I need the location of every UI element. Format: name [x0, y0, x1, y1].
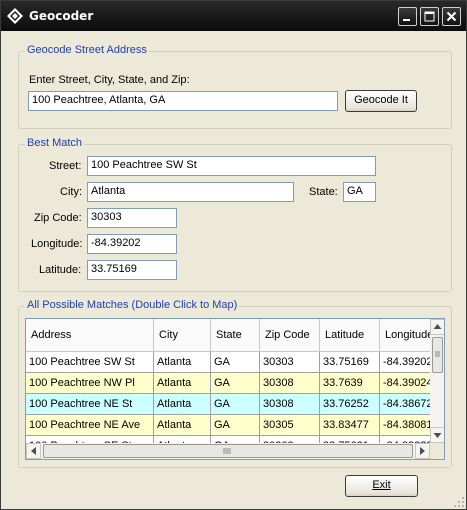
cell-city: Atlanta	[154, 373, 211, 394]
cell-city: Atlanta	[154, 415, 211, 436]
cell-zip: 30308	[260, 394, 320, 415]
close-button[interactable]	[442, 7, 461, 26]
cell-state: GA	[211, 415, 260, 436]
matches-group-title: All Possible Matches (Double Click to Ma…	[25, 299, 240, 311]
vertical-scrollbar[interactable]	[430, 319, 444, 443]
matches-grid[interactable]: Address City State Zip Code Latitude Lon…	[25, 318, 445, 460]
table-row[interactable]: 100 Peachtree NE Ave Atlanta GA 30305 33…	[26, 415, 440, 436]
cell-address: 100 Peachtree NE Ave	[26, 415, 154, 436]
horizontal-scroll-thumb[interactable]	[43, 444, 413, 458]
street-label: Street:	[49, 160, 82, 172]
cell-address: 100 Peachtree NW Pl	[26, 373, 154, 394]
horizontal-scrollbar[interactable]	[26, 443, 430, 459]
scroll-left-button[interactable]	[26, 443, 41, 459]
column-header-state[interactable]: State	[211, 319, 260, 352]
cell-state: GA	[211, 352, 260, 373]
arrow-up-icon	[433, 324, 442, 329]
cell-latitude: 33.83477	[320, 415, 380, 436]
scroll-right-button[interactable]	[415, 443, 430, 459]
grid-header: Address City State Zip Code Latitude Lon…	[26, 319, 440, 352]
latitude-field[interactable]: 33.75169	[87, 260, 177, 280]
table-row[interactable]: 100 Peachtree SW St Atlanta GA 30303 33.…	[26, 352, 440, 373]
best-match-group-title: Best Match	[25, 137, 85, 149]
table-row[interactable]: 100 Peachtree NE St Atlanta GA 30308 33.…	[26, 394, 440, 415]
compass-diamond-icon[interactable]	[7, 8, 23, 24]
cell-city: Atlanta	[154, 352, 211, 373]
maximize-icon	[424, 11, 435, 22]
arrow-down-icon	[433, 433, 442, 438]
minimize-button[interactable]	[398, 7, 417, 26]
geocode-it-label: Geocode It	[354, 94, 408, 106]
close-icon	[446, 11, 457, 22]
window-title: Geocoder	[29, 9, 94, 23]
street-field[interactable]: 100 Peachtree SW St	[87, 156, 376, 176]
scroll-down-button[interactable]	[430, 427, 444, 443]
city-label: City:	[60, 186, 82, 198]
column-header-latitude[interactable]: Latitude	[320, 319, 380, 352]
arrow-left-icon	[31, 447, 36, 455]
latitude-label: Latitude:	[39, 264, 82, 276]
city-field[interactable]: Atlanta	[87, 182, 294, 202]
cell-zip: 30308	[260, 373, 320, 394]
grip-icon	[435, 351, 440, 357]
cell-zip: 30303	[260, 352, 320, 373]
cell-zip: 30305	[260, 415, 320, 436]
column-header-zip-code[interactable]: Zip Code	[260, 319, 320, 352]
cell-address: 100 Peachtree SW St	[26, 352, 154, 373]
grip-icon	[223, 448, 231, 454]
scroll-up-button[interactable]	[430, 319, 444, 335]
cell-latitude: 33.75169	[320, 352, 380, 373]
table-row[interactable]: 100 Peachtree NW Pl Atlanta GA 30308 33.…	[26, 373, 440, 394]
zip-code-field[interactable]: 30303	[87, 208, 177, 228]
zip-code-label: Zip Code:	[34, 212, 82, 224]
cell-latitude: 33.76252	[320, 394, 380, 415]
vertical-scroll-thumb[interactable]	[432, 337, 443, 373]
exit-label: Exit	[372, 479, 391, 491]
address-input[interactable]: 100 Peachtree, Atlanta, GA	[28, 91, 338, 111]
cell-state: GA	[211, 373, 260, 394]
cell-state: GA	[211, 394, 260, 415]
state-field[interactable]: GA	[343, 182, 376, 202]
longitude-field[interactable]: -84.39202	[87, 234, 177, 254]
cell-address: 100 Peachtree NE St	[26, 394, 154, 415]
state-label: State:	[309, 186, 338, 198]
cell-city: Atlanta	[154, 394, 211, 415]
arrow-right-icon	[420, 447, 425, 455]
geocode-it-button[interactable]: Geocode It	[345, 90, 417, 112]
address-prompt-label: Enter Street, City, State, and Zip:	[29, 74, 190, 86]
geocode-group-title: Geocode Street Address	[25, 44, 149, 56]
resize-grip-icon[interactable]	[453, 496, 465, 508]
title-bar[interactable]: Geocoder	[1, 1, 466, 31]
exit-button[interactable]: Exit	[345, 475, 418, 497]
column-header-city[interactable]: City	[154, 319, 211, 352]
maximize-button[interactable]	[420, 7, 439, 26]
longitude-label: Longitude:	[31, 238, 83, 250]
column-header-address[interactable]: Address	[26, 319, 154, 352]
scrollbar-corner	[430, 443, 444, 459]
minimize-icon	[403, 19, 410, 21]
geocoder-window: Geocoder Geocode Street Address Enter St…	[0, 0, 467, 510]
cell-latitude: 33.7639	[320, 373, 380, 394]
